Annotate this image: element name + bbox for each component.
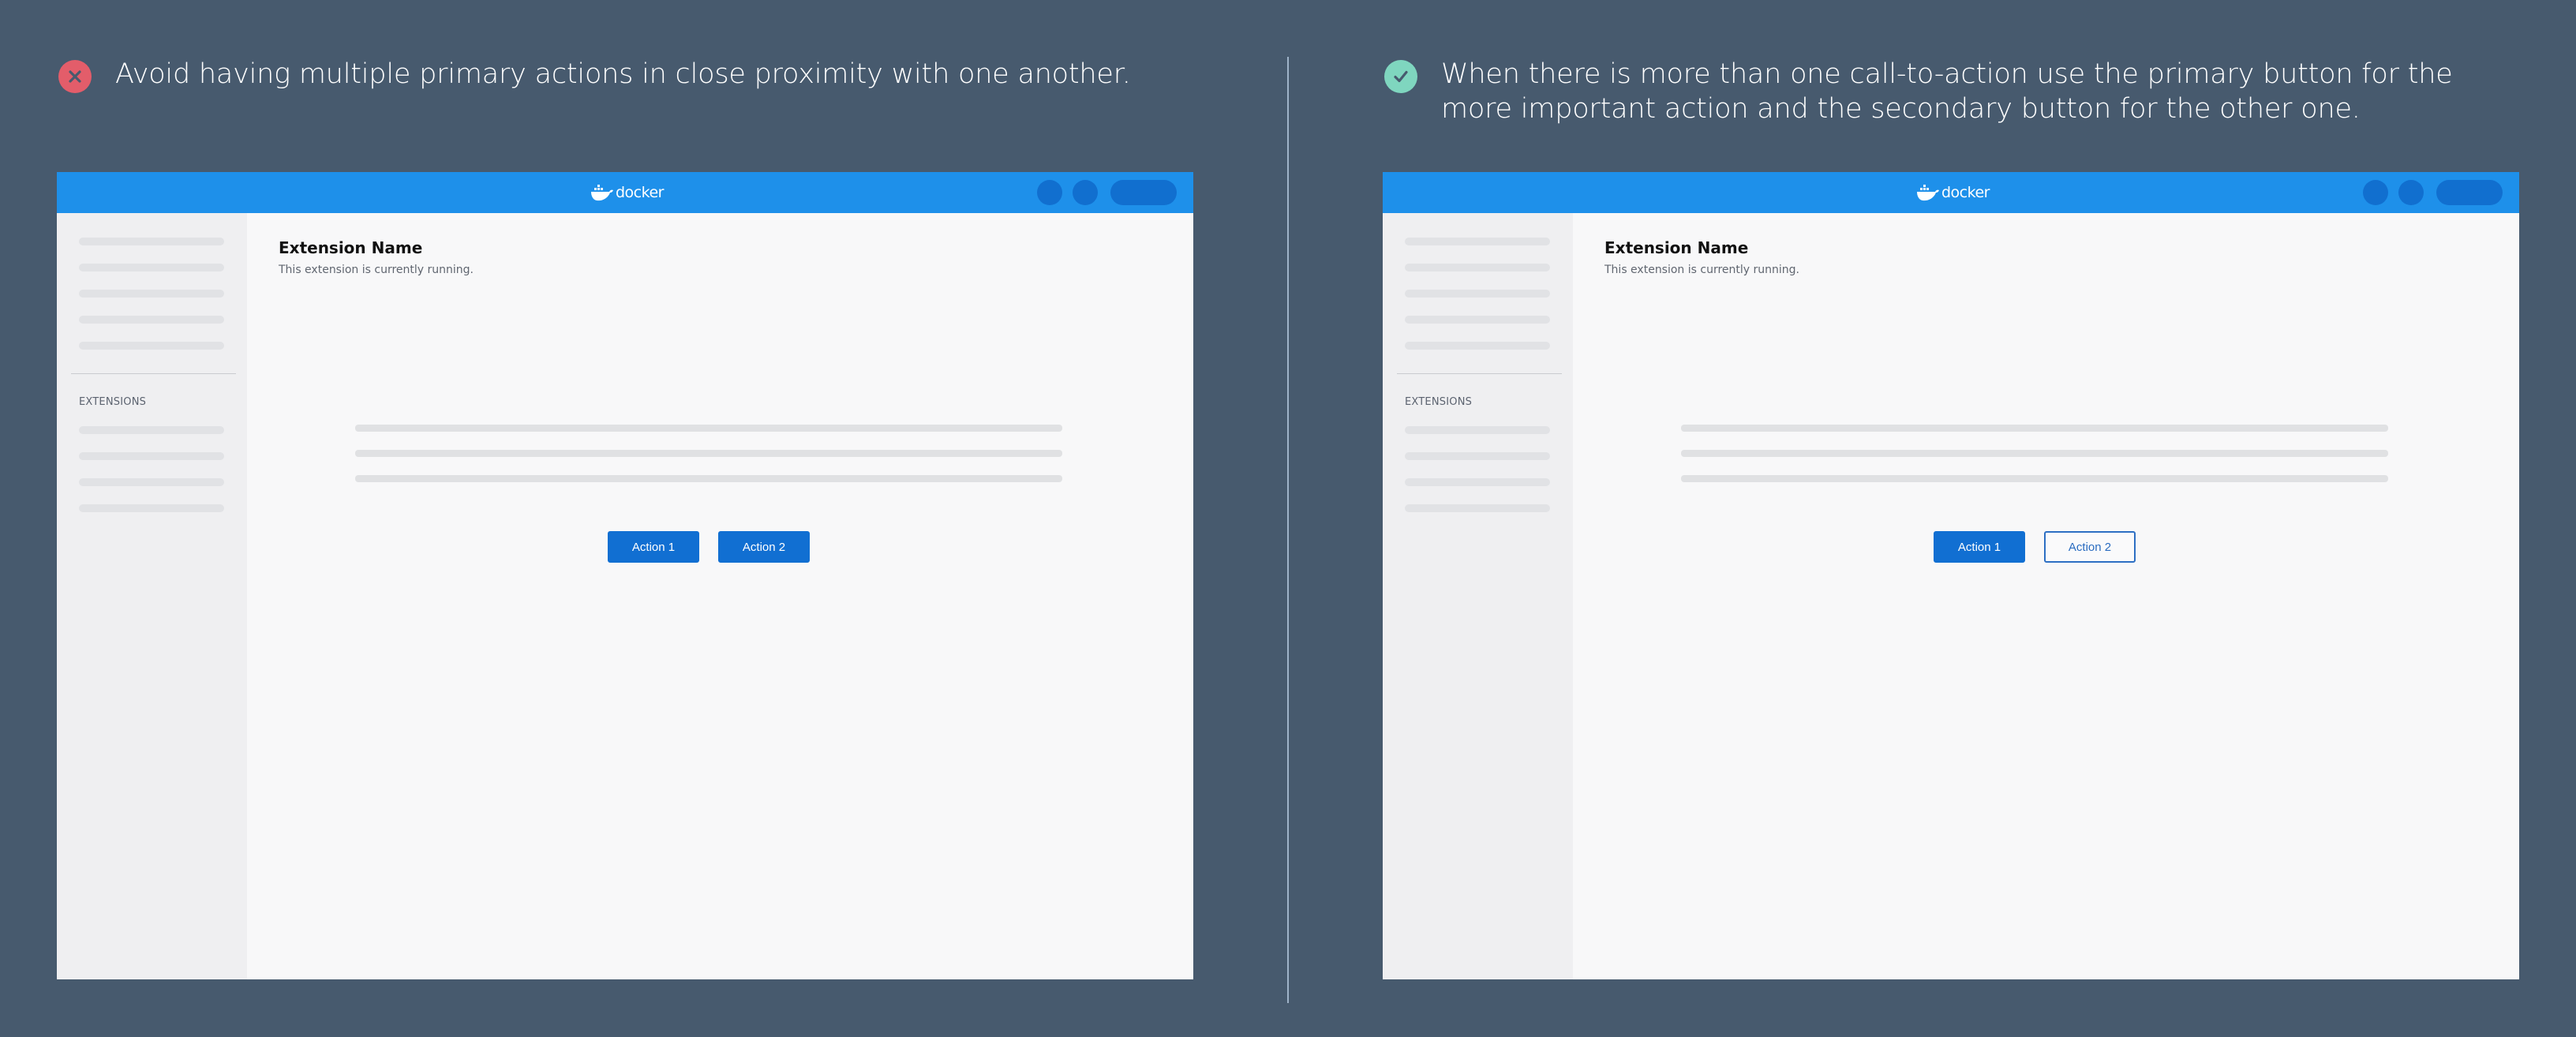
app-window: docker EXTENSIONS Extension Name This ex…: [1383, 172, 2519, 979]
sidebar: EXTENSIONS: [1383, 213, 1573, 979]
extension-status: This extension is currently running.: [1604, 264, 1799, 276]
logo-text: docker: [1941, 184, 1990, 201]
action-1-button[interactable]: Action 1: [1934, 531, 2025, 563]
guideline: When there is more than one call-to-acti…: [1384, 57, 2505, 126]
main-content: Extension Name This extension is current…: [1573, 213, 2519, 979]
topbar-icon-button[interactable]: [2363, 180, 2388, 205]
account-button[interactable]: [2436, 180, 2503, 205]
content-placeholder-line: [1681, 425, 2388, 432]
sidebar-item-placeholder[interactable]: [1405, 342, 1550, 350]
docker-logo: docker: [1916, 182, 1990, 204]
sidebar-item-placeholder[interactable]: [1405, 504, 1550, 512]
sidebar-item-placeholder[interactable]: [1405, 452, 1550, 460]
docker-whale-icon: [1917, 185, 1939, 201]
do-example-panel: When there is more than one call-to-acti…: [0, 0, 2576, 1037]
extension-title: Extension Name: [1604, 238, 1749, 257]
topbar-icon-button[interactable]: [2398, 180, 2424, 205]
sidebar-item-placeholder[interactable]: [1405, 426, 1550, 434]
guideline-text: When there is more than one call-to-acti…: [1441, 58, 2453, 125]
sidebar-item-placeholder[interactable]: [1405, 238, 1550, 245]
sidebar-item-placeholder[interactable]: [1405, 478, 1550, 486]
top-bar: docker: [1383, 172, 2519, 213]
check-circle-icon: [1384, 60, 1417, 93]
sidebar-section-label: EXTENSIONS: [1405, 396, 1473, 408]
sidebar-item-placeholder[interactable]: [1405, 264, 1550, 271]
sidebar-item-placeholder[interactable]: [1405, 290, 1550, 298]
content-placeholder-line: [1681, 450, 2388, 457]
sidebar-item-placeholder[interactable]: [1405, 316, 1550, 324]
sidebar-divider: [1397, 373, 1562, 374]
content-placeholder-line: [1681, 475, 2388, 482]
action-2-button[interactable]: Action 2: [2044, 531, 2136, 563]
